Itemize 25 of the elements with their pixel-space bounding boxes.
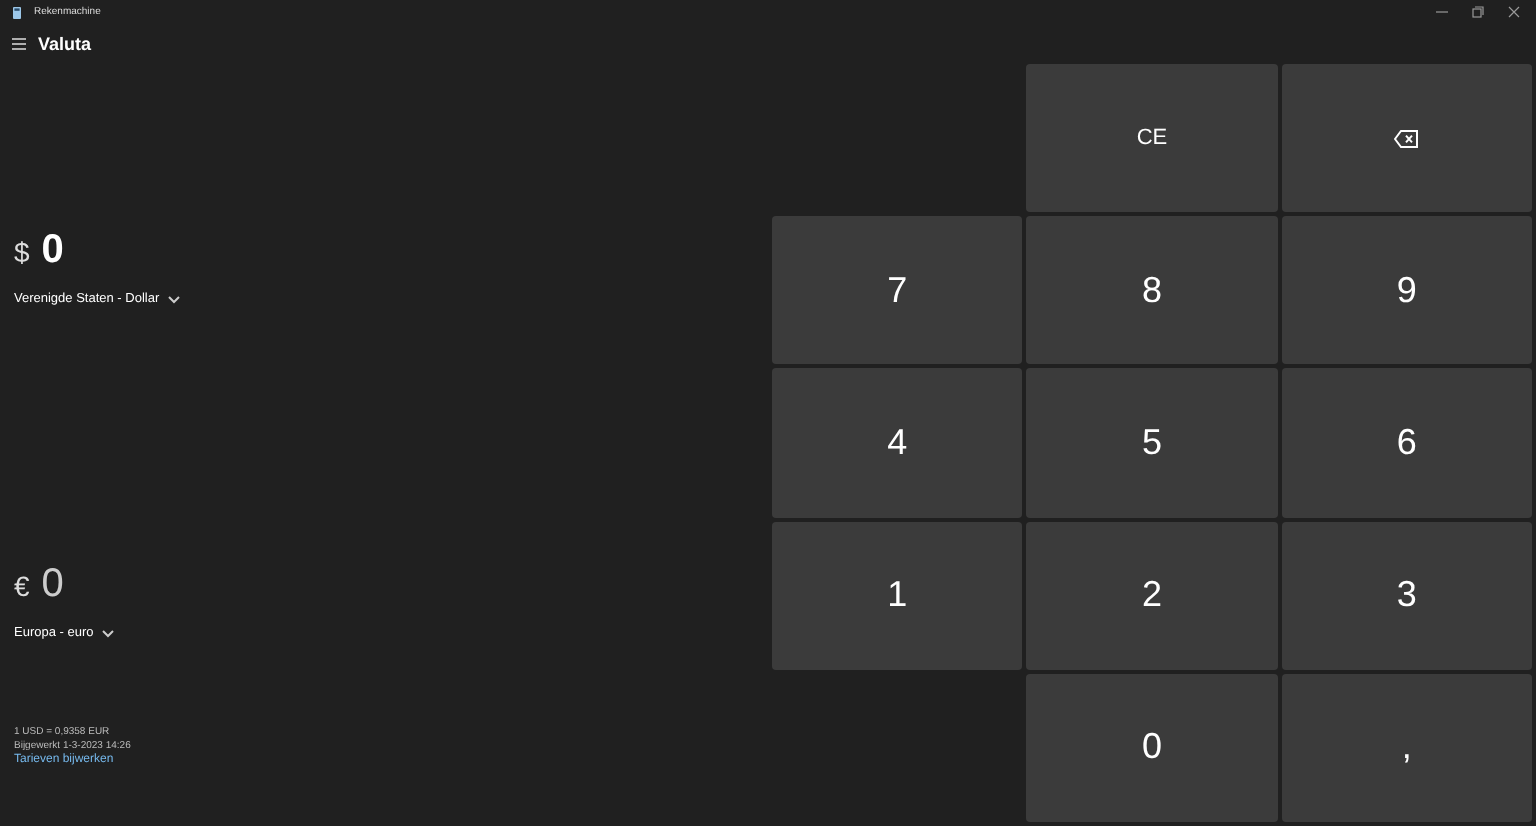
key-button[interactable]: 6: [1281, 368, 1532, 518]
key-button[interactable]: 3: [1281, 521, 1532, 670]
restore-icon[interactable]: [1472, 6, 1484, 18]
key-button[interactable]: 8: [1026, 216, 1278, 365]
key-button[interactable]: ,: [1281, 673, 1532, 822]
key-button[interactable]: 5: [1026, 368, 1278, 518]
key-button[interactable]: 9: [1281, 216, 1532, 365]
amount-value: 0: [41, 562, 64, 608]
minimize-icon[interactable]: [1436, 6, 1448, 18]
backspace-icon: [1394, 129, 1419, 148]
key-button[interactable]: 4: [772, 368, 1023, 518]
currency-symbol: €: [14, 570, 30, 602]
key-button[interactable]: 0: [1026, 673, 1278, 822]
calculator-icon: [12, 5, 22, 19]
key-button[interactable]: 1: [772, 521, 1023, 670]
currency-symbol: $: [14, 236, 30, 268]
key-button[interactable]: 7: [772, 216, 1023, 365]
close-icon[interactable]: [1508, 6, 1520, 18]
key-button[interactable]: CE: [1026, 64, 1278, 213]
key-button[interactable]: 2: [1026, 521, 1278, 670]
chevron-icon: [167, 295, 180, 303]
menu-icon[interactable]: [12, 38, 26, 50]
page-title: Valuta: [38, 34, 92, 54]
amount-value: 0: [41, 228, 64, 274]
chevron-icon: [101, 629, 114, 637]
